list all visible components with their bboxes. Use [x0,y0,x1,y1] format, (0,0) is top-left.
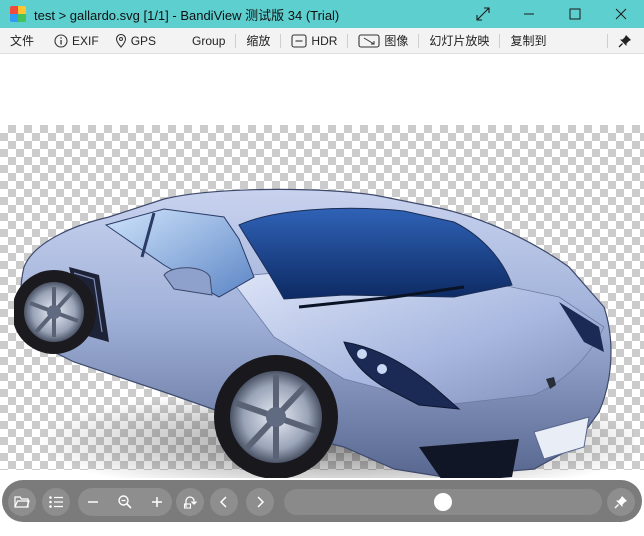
menu-gps-label: GPS [130,33,157,48]
list-icon [49,496,63,508]
next-icon [257,496,265,508]
open-folder-button[interactable] [8,488,36,516]
maximize-icon [569,8,581,20]
menu-gps[interactable]: GPS [109,28,162,54]
page-slider[interactable] [284,489,602,515]
title-bar: test > gallardo.svg [1/1] - BandiView 测试… [0,0,644,28]
menu-hdr[interactable]: HDR [285,28,343,54]
menu-exif[interactable]: EXIF [48,28,105,54]
menu-slideshow[interactable]: 幻灯片放映 [423,28,495,54]
window-title: test > gallardo.svg [1/1] - BandiView 测试… [34,7,340,23]
rotate-icon [183,496,197,509]
previous-icon [219,496,227,508]
open-folder-icon [14,496,30,508]
menu-file-label: 文件 [10,34,35,48]
menu-separator [347,33,349,48]
pin-icon [614,496,627,509]
zoom-in-button[interactable] [143,488,171,516]
menu-copy-to[interactable]: 复制到 [504,28,552,54]
minimize-icon [524,13,534,15]
menu-zoom[interactable]: 缩放 [240,28,276,54]
image-viewport[interactable] [0,55,644,497]
zoom-in-plus-icon [152,497,162,507]
menu-group[interactable]: Group [186,28,231,54]
menu-separator [607,33,608,48]
zoom-out-button[interactable] [79,488,107,516]
car-image [14,188,634,497]
maximize-button[interactable] [552,0,598,28]
hdr-minus-box-icon [291,33,307,48]
location-pin-icon [115,33,126,48]
minimize-button[interactable] [506,0,552,28]
zoom-out-minus-icon [88,501,98,503]
info-icon [54,33,68,48]
menu-image-label: 图像 [384,34,409,48]
expand-diagonal-icon [476,7,490,21]
menu-group-label: Group [192,33,226,48]
previous-image-button[interactable] [210,488,238,516]
fullscreen-button[interactable] [460,0,506,28]
file-list-button[interactable] [42,488,70,516]
close-button[interactable] [598,0,644,28]
bandiview-logo-icon [10,6,26,22]
menu-image[interactable]: 图像 [352,28,414,54]
rotate-button[interactable] [176,488,204,516]
slider-thumb[interactable] [434,493,452,511]
bottom-toolbar [0,478,644,536]
menu-slideshow-label: 幻灯片放映 [429,34,490,48]
menu-separator [280,33,282,48]
close-icon [615,8,627,20]
menu-separator [235,33,237,48]
pin-icon [618,34,631,47]
menu-zoom-label: 缩放 [246,34,271,48]
menu-exif-label: EXIF [72,33,99,48]
pin-toolbar-button[interactable] [607,488,635,516]
toolbar-pill [2,480,642,522]
next-image-button[interactable] [246,488,274,516]
menu-pin-button[interactable] [612,28,644,54]
window-controls [460,0,644,28]
menu-copy-to-label: 复制到 [510,34,547,48]
zoom-fit-button[interactable] [111,488,139,516]
menu-separator [418,33,420,48]
menu-bar: 文件 EXIF GPS Group 缩放 HDR 图像 幻灯片放映 复制到 [0,28,644,54]
menu-file[interactable]: 文件 [0,28,40,54]
menu-hdr-label: HDR [311,33,338,48]
image-resize-icon [358,33,380,48]
menu-separator [499,33,501,48]
magnifier-icon [118,495,132,509]
